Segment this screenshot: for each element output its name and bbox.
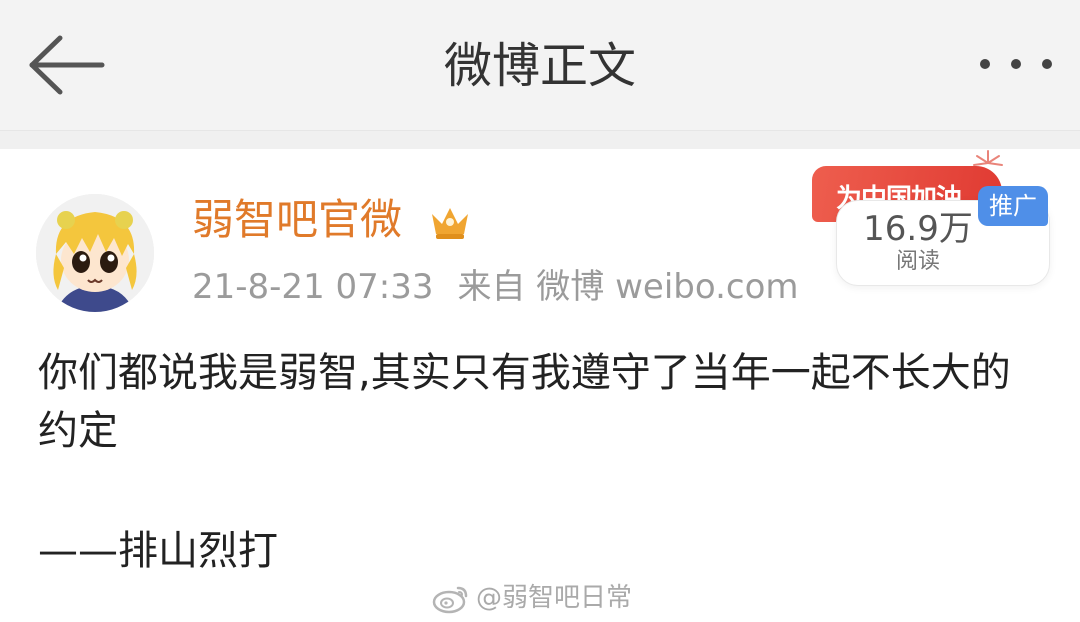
read-count-label: 阅读 [895, 249, 940, 274]
watermark-text: @弱智吧日常 [476, 583, 633, 613]
promo-read-badge[interactable]: 为中国加油 16.9万 阅读 推广 [812, 150, 1050, 286]
post-detail-page: 微博正文 弱智吧官微 21-8-21 07:33 来自 微博 weibo.com… [0, 0, 1080, 622]
page-title: 微博正文 [443, 38, 636, 94]
promotion-tag: 推广 [978, 186, 1048, 226]
post-signature: ——排山烈打 [38, 528, 278, 574]
post-source[interactable]: 来自 微博 weibo.com [458, 267, 799, 307]
vip-crown-icon [432, 208, 468, 239]
post-meta: 21-8-21 07:33 来自 微博 weibo.com [192, 262, 799, 312]
author-name[interactable]: 弱智吧官微 [192, 192, 402, 248]
author-avatar[interactable] [36, 194, 154, 312]
top-nav-bar: 微博正文 [0, 0, 1080, 130]
anime-girl-avatar [36, 194, 154, 312]
post-content: 你们都说我是弱智,其实只有我遵守了当年一起不长大的约定 [38, 350, 1011, 454]
read-count: 16.9万 [863, 209, 973, 249]
firework-icon [973, 150, 1003, 166]
weibo-logo-icon [432, 586, 468, 614]
section-divider [0, 130, 1080, 149]
back-button[interactable] [24, 30, 108, 100]
post-time: 21-8-21 07:33 [192, 267, 434, 307]
more-options-button[interactable] [976, 42, 1056, 86]
arrow-left-icon [29, 35, 105, 95]
